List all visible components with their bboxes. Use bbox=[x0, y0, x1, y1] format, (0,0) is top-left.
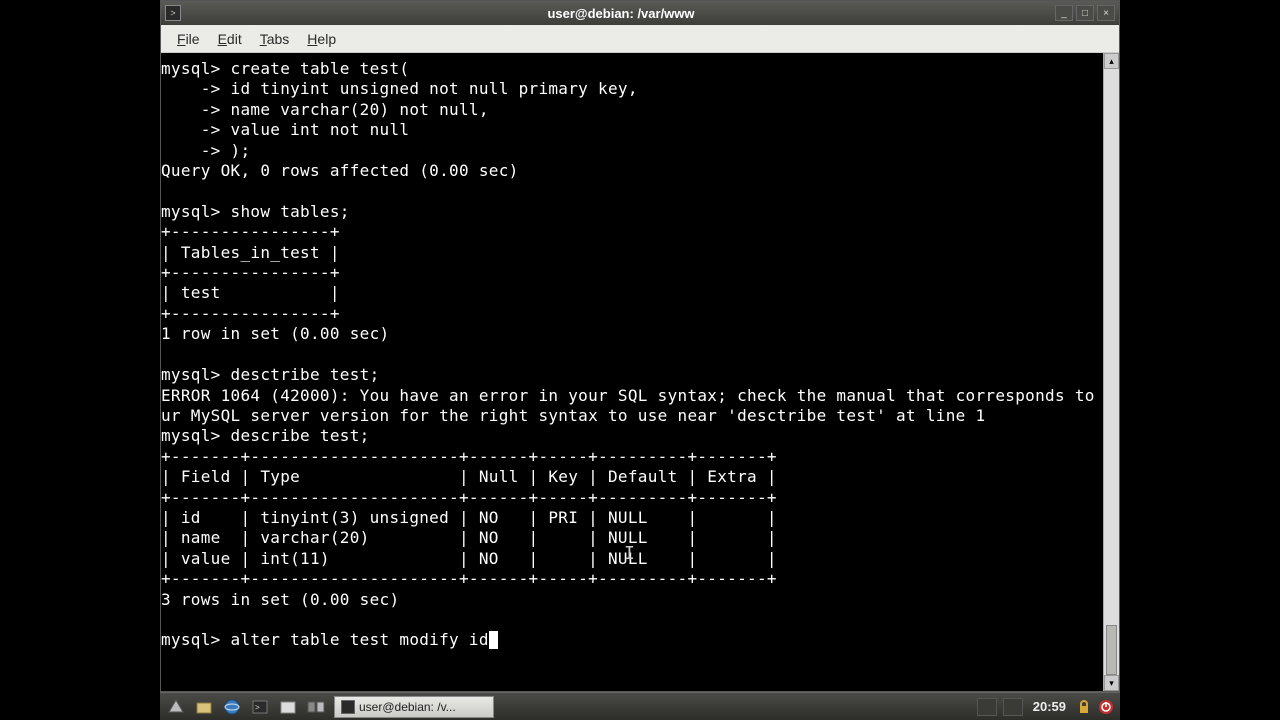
system-tray: 20:59 bbox=[977, 698, 1118, 716]
menubar: File Edit Tabs Help bbox=[161, 25, 1119, 53]
menu-edit[interactable]: Edit bbox=[210, 28, 250, 50]
menu-tabs[interactable]: Tabs bbox=[252, 28, 298, 50]
maximize-button[interactable]: □ bbox=[1076, 5, 1094, 21]
file-manager-icon[interactable] bbox=[192, 696, 216, 718]
menu-tabs-rest: abs bbox=[267, 31, 290, 47]
menu-file[interactable]: File bbox=[169, 28, 208, 50]
start-menu-icon[interactable] bbox=[164, 696, 188, 718]
terminal-area: mysql> create table test( -> id tinyint … bbox=[161, 53, 1119, 691]
menu-edit-rest: dit bbox=[227, 31, 242, 47]
scroll-up-button[interactable]: ▴ bbox=[1104, 53, 1119, 69]
browser-icon[interactable] bbox=[220, 696, 244, 718]
menu-help-rest: elp bbox=[317, 31, 336, 47]
window-title: user@debian: /var/www bbox=[187, 6, 1055, 21]
terminal-window: user@debian: /var/www _ □ × File Edit Ta… bbox=[160, 0, 1120, 692]
taskbar-app-terminal[interactable]: user@debian: /v... bbox=[334, 696, 494, 718]
menu-file-rest: ile bbox=[186, 31, 200, 47]
screen-background: user@debian: /var/www _ □ × File Edit Ta… bbox=[0, 0, 1280, 720]
terminal-app-icon bbox=[165, 5, 181, 21]
terminal-output[interactable]: mysql> create table test( -> id tinyint … bbox=[161, 53, 1103, 691]
lock-icon[interactable] bbox=[1076, 699, 1092, 715]
taskbar[interactable]: > user@debian: /v... 20:59 bbox=[160, 692, 1120, 720]
svg-text:>: > bbox=[255, 703, 260, 712]
taskbar-terminal-icon bbox=[341, 700, 355, 714]
taskbar-app-label: user@debian: /v... bbox=[359, 700, 456, 714]
text-cursor bbox=[489, 631, 498, 649]
close-button[interactable]: × bbox=[1097, 5, 1115, 21]
power-icon[interactable] bbox=[1098, 699, 1114, 715]
terminal-text: mysql> create table test( -> id tinyint … bbox=[161, 59, 1103, 649]
window-titlebar[interactable]: user@debian: /var/www _ □ × bbox=[161, 1, 1119, 25]
minimize-button[interactable]: _ bbox=[1055, 5, 1073, 21]
clock[interactable]: 20:59 bbox=[1029, 699, 1070, 714]
scroll-thumb[interactable] bbox=[1106, 625, 1117, 675]
show-desktop-icon[interactable] bbox=[276, 696, 300, 718]
menu-help[interactable]: Help bbox=[299, 28, 344, 50]
tray-slot-1[interactable] bbox=[977, 698, 997, 716]
window-controls: _ □ × bbox=[1055, 5, 1115, 21]
scroll-down-button[interactable]: ▾ bbox=[1104, 675, 1119, 691]
scrollbar[interactable]: ▴ ▾ bbox=[1103, 53, 1119, 691]
tray-slot-2[interactable] bbox=[1003, 698, 1023, 716]
workspace-switcher-icon[interactable] bbox=[304, 696, 328, 718]
terminal-launcher-icon[interactable]: > bbox=[248, 696, 272, 718]
